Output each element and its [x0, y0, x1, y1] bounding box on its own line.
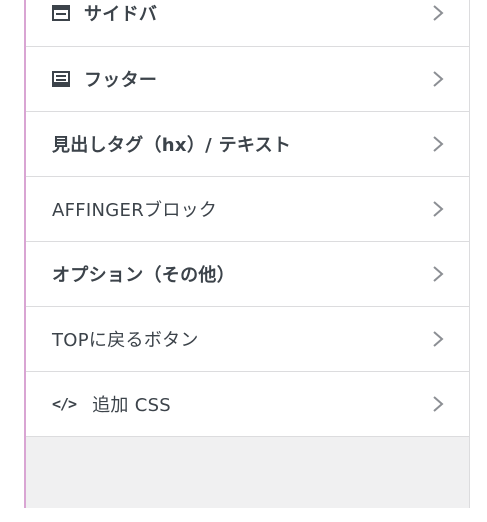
footer-icon — [52, 70, 70, 88]
menu-item-footer[interactable]: フッター — [26, 47, 469, 112]
menu-item-sidebar[interactable]: サイドバ — [26, 0, 469, 47]
menu-item-label: AFFINGERブロック — [52, 200, 218, 221]
chevron-right-icon — [431, 68, 445, 90]
customizer-panel: サイドバ フッター 見出しタグ（hx）/ テキスト AFFINGERブロック オ… — [24, 0, 470, 508]
chevron-right-icon — [431, 263, 445, 285]
chevron-right-icon — [431, 133, 445, 155]
menu-item-label: 見出しタグ（hx）/ テキスト — [52, 135, 292, 156]
customizer-screen: サイドバ フッター 見出しタグ（hx）/ テキスト AFFINGERブロック オ… — [0, 0, 487, 522]
customizer-menu: サイドバ フッター 見出しタグ（hx）/ テキスト AFFINGERブロック オ… — [26, 0, 469, 437]
chevron-right-icon — [431, 393, 445, 415]
layout-icon — [52, 4, 70, 22]
menu-item-additional-css[interactable]: </> 追加 CSS — [26, 372, 469, 437]
menu-item-label: 追加 CSS — [92, 395, 172, 416]
menu-item-affinger-block[interactable]: AFFINGERブロック — [26, 177, 469, 242]
menu-item-label: オプション（その他） — [52, 265, 235, 286]
menu-item-headings-text[interactable]: 見出しタグ（hx）/ テキスト — [26, 112, 469, 177]
menu-item-options-other[interactable]: オプション（その他） — [26, 242, 469, 307]
menu-item-back-to-top-button[interactable]: TOPに戻るボタン — [26, 307, 469, 372]
menu-item-label: サイドバ — [84, 4, 158, 25]
chevron-right-icon — [431, 198, 445, 220]
chevron-right-icon — [431, 328, 445, 350]
code-icon: </> — [52, 395, 77, 413]
chevron-right-icon — [431, 2, 445, 24]
menu-item-label: TOPに戻るボタン — [52, 330, 199, 351]
menu-item-label: フッター — [84, 70, 158, 91]
